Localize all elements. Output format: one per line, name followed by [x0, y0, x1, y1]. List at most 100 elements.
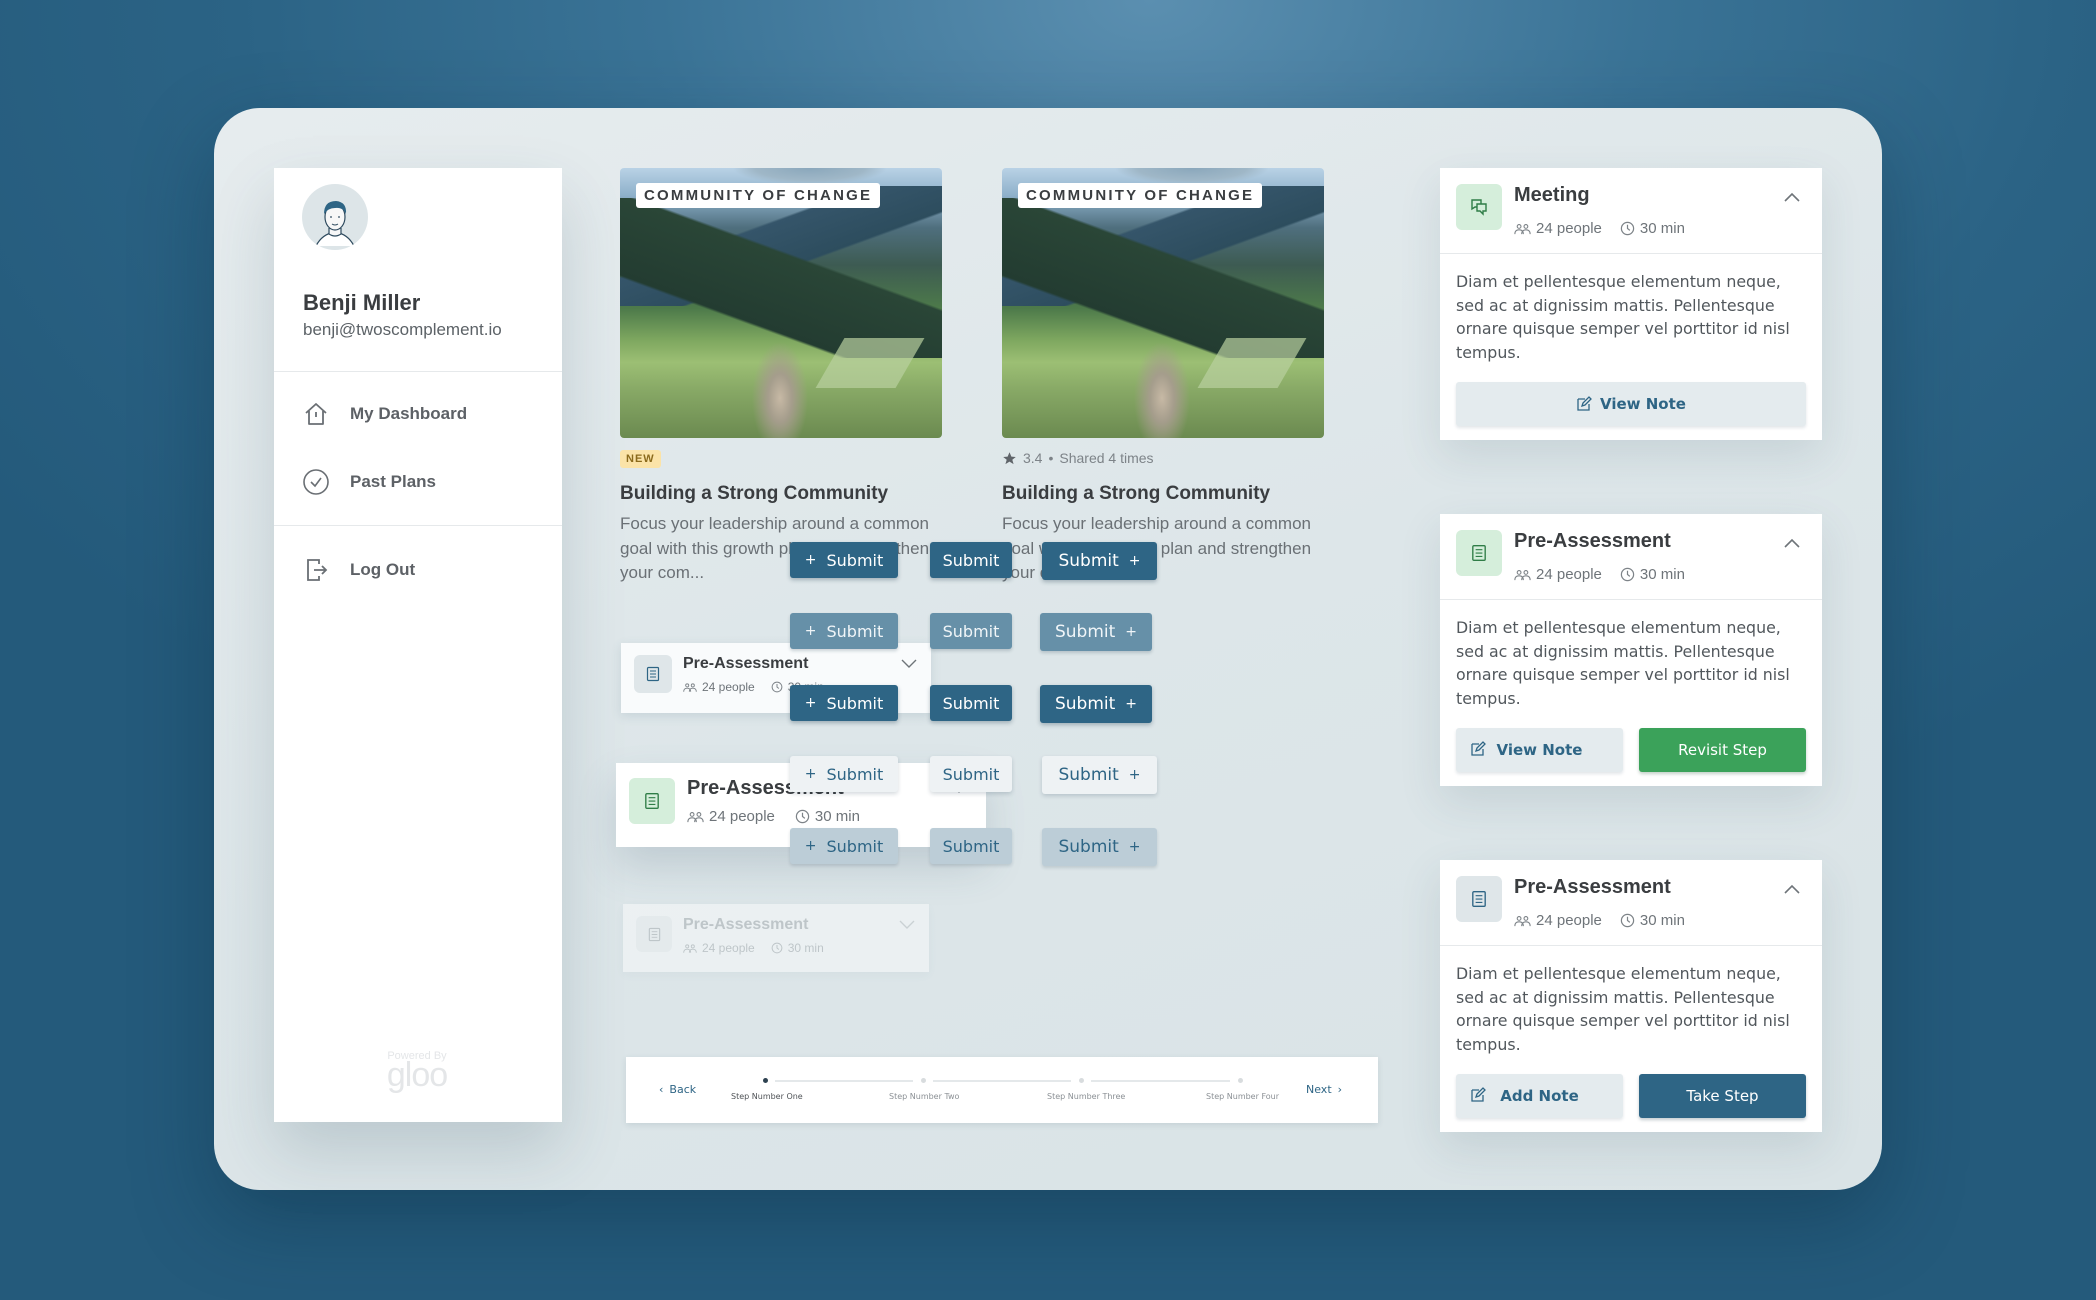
- submit-button-muted-lead[interactable]: + Submit: [790, 613, 898, 649]
- step-dot[interactable]: [921, 1078, 926, 1083]
- step-connector: [1091, 1080, 1230, 1082]
- clock-icon: [1620, 913, 1635, 928]
- submit-button-primary-trail[interactable]: Submit +: [1042, 542, 1157, 580]
- list-document-icon: [1456, 876, 1502, 922]
- plan-title: Building a Strong Community: [620, 483, 889, 504]
- logout-icon: [307, 559, 328, 581]
- submit-button-tint-trail[interactable]: Submit +: [1042, 828, 1157, 866]
- new-badge: NEW: [620, 450, 661, 468]
- plan-category-tag: COMMUNITY OF CHANGE: [1018, 183, 1263, 208]
- plus-icon: +: [1128, 839, 1141, 855]
- duration: 30 min: [1639, 566, 1685, 583]
- clock-icon: [771, 681, 783, 693]
- avatar[interactable]: [302, 184, 368, 250]
- step-dot[interactable]: [1238, 1078, 1243, 1083]
- user-name: Benji Miller: [303, 290, 421, 315]
- step-description: Diam et pellentesque elementum neque, se…: [1456, 272, 1790, 362]
- check-circle-icon: [303, 469, 329, 495]
- submit-button-tint-lead[interactable]: + Submit: [790, 828, 898, 864]
- button-label: Submit: [942, 621, 1000, 641]
- step-title: Meeting: [1514, 184, 1590, 206]
- back-button[interactable]: ‹ Back: [659, 1083, 696, 1096]
- plan-image: COMMUNITY OF CHANGE: [620, 168, 942, 438]
- submit-button-primary-lead[interactable]: + Submit: [790, 542, 898, 578]
- button-label: Submit: [826, 764, 884, 784]
- list-document-icon: [634, 655, 672, 693]
- people-icon: [1514, 223, 1531, 234]
- sidebar-item-my-dashboard[interactable]: My Dashboard: [302, 400, 467, 428]
- duration: 30 min: [1639, 220, 1685, 237]
- sidebar: Benji Miller benji@twoscomplement.io My …: [274, 168, 562, 1122]
- chevron-left-icon: ‹: [659, 1083, 664, 1096]
- chevron-down-icon: [899, 920, 915, 929]
- next-button[interactable]: Next ›: [1306, 1083, 1342, 1096]
- people-count: 24 people: [1536, 220, 1602, 237]
- step-label: Step Number One: [731, 1092, 803, 1101]
- plan-card[interactable]: COMMUNITY OF CHANGE 3.4 • Shared 4 times…: [1002, 168, 1324, 582]
- revisit-step-button[interactable]: Revisit Step: [1639, 728, 1806, 772]
- chevron-down-icon[interactable]: [901, 659, 917, 669]
- divider: [274, 371, 562, 372]
- plan-category-tag: COMMUNITY OF CHANGE: [636, 183, 881, 208]
- step-title: Pre-Assessment: [1514, 876, 1671, 898]
- chevron-right-icon: ›: [1337, 1083, 1343, 1096]
- duration: 30 min: [1639, 912, 1685, 929]
- button-label: Submit: [942, 693, 1000, 713]
- step-detail-header[interactable]: Pre-Assessment 24 people 30 min: [1440, 860, 1822, 946]
- sidebar-item-log-out[interactable]: Log Out: [302, 556, 415, 584]
- take-step-button[interactable]: Take Step: [1639, 1074, 1806, 1118]
- back-label: Back: [669, 1083, 697, 1096]
- separator: •: [1048, 450, 1054, 466]
- plus-icon: +: [804, 838, 817, 854]
- people-icon: [683, 682, 697, 692]
- button-label: Submit: [1054, 622, 1116, 642]
- button-label: Submit: [826, 550, 884, 570]
- submit-button-muted-trail[interactable]: Submit +: [1040, 613, 1152, 651]
- shared-count: Shared 4 times: [1059, 450, 1154, 466]
- step-detail-header[interactable]: Pre-Assessment 24 people 30 min: [1440, 514, 1822, 600]
- submit-button-ghost-trail[interactable]: Submit +: [1042, 756, 1157, 794]
- sidebar-item-past-plans[interactable]: Past Plans: [302, 468, 436, 496]
- chevron-up-icon[interactable]: [1782, 188, 1802, 208]
- step-description: Diam et pellentesque elementum neque, se…: [1456, 618, 1790, 708]
- plus-icon: +: [1125, 624, 1138, 640]
- submit-button-primary-plain[interactable]: Submit: [930, 542, 1012, 578]
- people-icon: [1514, 569, 1531, 580]
- chevron-up-icon[interactable]: [1782, 534, 1802, 554]
- plus-icon: +: [1128, 767, 1141, 783]
- step-connector: [933, 1080, 1071, 1082]
- button-label: Add Note: [1500, 1087, 1579, 1105]
- step-dot[interactable]: [763, 1078, 768, 1083]
- submit-button-primary-hover-lead[interactable]: + Submit: [790, 685, 898, 721]
- chevron-up-icon[interactable]: [1782, 880, 1802, 900]
- submit-button-primary-hover-trail[interactable]: Submit +: [1040, 685, 1152, 723]
- step-detail-header[interactable]: Meeting 24 people 30 min: [1440, 168, 1822, 254]
- list-document-icon: [636, 916, 672, 952]
- view-note-button[interactable]: View Note: [1456, 728, 1623, 772]
- plan-image: COMMUNITY OF CHANGE: [1002, 168, 1324, 438]
- button-label: Submit: [942, 764, 1000, 784]
- submit-button-muted-plain[interactable]: Submit: [930, 613, 1012, 649]
- duration: 30 min: [814, 808, 860, 825]
- plus-icon: +: [804, 695, 817, 711]
- button-label: View Note: [1496, 741, 1583, 759]
- button-label: Submit: [1058, 837, 1119, 857]
- view-note-button[interactable]: View Note: [1456, 382, 1806, 426]
- clock-icon: [1620, 567, 1635, 582]
- step-card-disabled: Pre-Assessment 24 people 30 min: [623, 904, 929, 972]
- people-count: 24 people: [702, 941, 755, 955]
- button-label: Submit: [826, 693, 884, 713]
- add-note-button[interactable]: Add Note: [1456, 1074, 1623, 1118]
- submit-button-ghost-plain[interactable]: Submit: [930, 756, 1012, 792]
- plan-card[interactable]: COMMUNITY OF CHANGE NEW Building a Stron…: [620, 168, 942, 582]
- step-dot[interactable]: [1079, 1078, 1084, 1083]
- submit-button-primary-hover-plain[interactable]: Submit: [930, 685, 1012, 721]
- button-label: Take Step: [1686, 1087, 1759, 1105]
- button-label: Submit: [1054, 694, 1116, 714]
- home-icon: [305, 403, 327, 425]
- submit-button-tint-plain[interactable]: Submit: [930, 828, 1012, 864]
- submit-button-ghost-lead[interactable]: + Submit: [790, 756, 898, 792]
- sidebar-item-label: My Dashboard: [350, 404, 468, 423]
- plan-rating: 3.4 • Shared 4 times: [1002, 450, 1154, 466]
- clock-icon: [795, 809, 810, 824]
